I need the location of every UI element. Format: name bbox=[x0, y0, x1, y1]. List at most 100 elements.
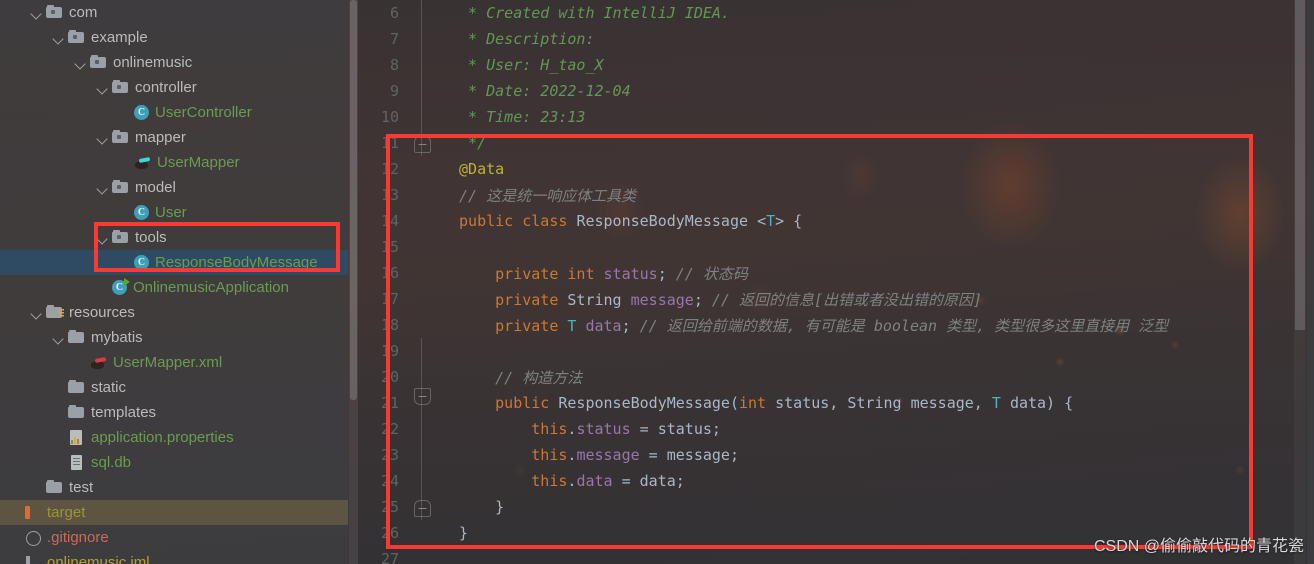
code-fold-marker[interactable] bbox=[410, 494, 432, 520]
code-line[interactable]: 18 private T data; // 返回给前端的数据, 有可能是 boo… bbox=[358, 312, 1314, 338]
chevron-down-icon[interactable] bbox=[52, 31, 65, 44]
code-line[interactable]: 12 @Data bbox=[358, 156, 1314, 182]
chevron-down-icon[interactable] bbox=[52, 331, 65, 344]
code-fold-marker[interactable] bbox=[410, 156, 432, 182]
tree-item-application-properties[interactable]: application.properties bbox=[0, 425, 348, 450]
tree-item-controller[interactable]: controller bbox=[0, 75, 348, 100]
code-fold-marker[interactable] bbox=[410, 260, 432, 286]
code-line[interactable]: 6 * Created with IntelliJ IDEA. bbox=[358, 0, 1314, 26]
code-editor[interactable]: 6 * Created with IntelliJ IDEA. 7 * Descr… bbox=[358, 0, 1314, 564]
tree-item-label: mybatis bbox=[91, 329, 143, 346]
tree-item-responsebodymessage[interactable]: C ResponseBodyMessage bbox=[0, 250, 348, 275]
code-fold-marker[interactable] bbox=[410, 546, 432, 564]
code-line[interactable]: 10 * Time: 23:13 bbox=[358, 104, 1314, 130]
tree-item-model[interactable]: model bbox=[0, 175, 348, 200]
code-line[interactable]: 20 // 构造方法 bbox=[358, 364, 1314, 390]
code-token: public bbox=[450, 394, 559, 412]
tree-item-onlinemusicapplication[interactable]: C OnlinemusicApplication bbox=[0, 275, 348, 300]
code-line[interactable]: 7 * Description: bbox=[358, 26, 1314, 52]
code-fold-marker[interactable] bbox=[410, 312, 432, 338]
code-fold-marker[interactable] bbox=[410, 286, 432, 312]
chevron-down-icon[interactable] bbox=[96, 131, 109, 144]
tree-item-templates[interactable]: templates bbox=[0, 400, 348, 425]
chevron-down-icon[interactable] bbox=[96, 231, 109, 244]
code-line[interactable]: 13 // 这是统一响应体工具类 bbox=[358, 182, 1314, 208]
editor-scrollbar-thumb[interactable] bbox=[1295, 0, 1305, 330]
folder-icon bbox=[46, 479, 63, 496]
code-token: < bbox=[757, 212, 767, 230]
code-fold-marker[interactable] bbox=[410, 338, 432, 364]
code-line[interactable]: 9 * Date: 2022-12-04 bbox=[358, 78, 1314, 104]
code-fold-marker[interactable] bbox=[410, 416, 432, 442]
tree-item--gitignore[interactable]: .gitignore bbox=[0, 525, 348, 550]
code-line[interactable]: 15 bbox=[358, 234, 1314, 260]
db-file-icon bbox=[68, 454, 85, 471]
code-fold-marker[interactable] bbox=[410, 182, 432, 208]
folder-icon bbox=[68, 29, 85, 46]
tree-item-com[interactable]: com bbox=[0, 0, 348, 25]
code-token: } bbox=[450, 498, 505, 516]
code-fold-marker[interactable] bbox=[410, 208, 432, 234]
code-line[interactable]: 25 } bbox=[358, 494, 1314, 520]
code-fold-marker[interactable] bbox=[410, 104, 432, 130]
tree-item-static[interactable]: static bbox=[0, 375, 348, 400]
chevron-down-icon[interactable] bbox=[96, 181, 109, 194]
folder-icon bbox=[112, 129, 129, 146]
sidebar-scrollbar[interactable] bbox=[349, 0, 358, 564]
code-fold-marker[interactable] bbox=[410, 388, 432, 416]
code-fold-marker[interactable] bbox=[410, 52, 432, 78]
code-fold-marker[interactable] bbox=[410, 78, 432, 104]
code-fold-marker[interactable] bbox=[410, 520, 432, 546]
tree-item-example[interactable]: example bbox=[0, 25, 348, 50]
tree-item-onlinemusic[interactable]: onlinemusic bbox=[0, 50, 348, 75]
code-line[interactable]: 17 private String message; // 返回的信息[出错或者… bbox=[358, 286, 1314, 312]
tree-item-tools[interactable]: tools bbox=[0, 225, 348, 250]
chevron-down-icon[interactable] bbox=[30, 306, 43, 319]
tree-item-sql-db[interactable]: sql.db bbox=[0, 450, 348, 475]
tree-item-resources[interactable]: resources bbox=[0, 300, 348, 325]
tree-item-usercontroller[interactable]: C UserController bbox=[0, 100, 348, 125]
mybatis-mapper-icon bbox=[134, 154, 151, 171]
code-line[interactable]: 22 this.status = status; bbox=[358, 416, 1314, 442]
chevron-down-icon[interactable] bbox=[96, 81, 109, 94]
code-text: */ bbox=[432, 134, 486, 152]
code-line[interactable]: 23 this.message = message; bbox=[358, 442, 1314, 468]
editor-scrollbar[interactable] bbox=[1294, 0, 1314, 564]
code-fold-marker[interactable] bbox=[410, 26, 432, 52]
code-line[interactable]: 8 * User: H_tao_X bbox=[358, 52, 1314, 78]
code-fold-marker[interactable] bbox=[410, 234, 432, 260]
code-fold-marker[interactable] bbox=[410, 130, 432, 156]
code-fold-marker[interactable] bbox=[410, 468, 432, 494]
sidebar-scrollbar-thumb[interactable] bbox=[350, 0, 357, 400]
tree-item-mybatis[interactable]: mybatis bbox=[0, 325, 348, 350]
line-number: 21 bbox=[380, 394, 399, 412]
code-line[interactable]: 11 */ bbox=[358, 130, 1314, 156]
line-number: 9 bbox=[389, 82, 399, 100]
chevron-down-icon[interactable] bbox=[30, 6, 43, 19]
tree-item-label: mapper bbox=[135, 129, 186, 146]
project-tree-panel[interactable]: com example onlinemusic controller C UserCont… bbox=[0, 0, 348, 564]
code-line[interactable]: 19 bbox=[358, 338, 1314, 364]
tree-item-usermapper[interactable]: UserMapper bbox=[0, 150, 348, 175]
tree-item-label: com bbox=[69, 4, 98, 21]
code-line[interactable]: 14 public class ResponseBodyMessage <T> … bbox=[358, 208, 1314, 234]
tree-item-target[interactable]: target bbox=[0, 500, 348, 525]
code-token: ResponseBodyMessage bbox=[576, 212, 758, 230]
code-fold-marker[interactable] bbox=[410, 0, 432, 26]
code-fold-marker[interactable] bbox=[410, 364, 432, 390]
code-token: // 构造方法 bbox=[450, 368, 583, 387]
tree-item-test[interactable]: test bbox=[0, 475, 348, 500]
tree-item-label: example bbox=[91, 29, 148, 46]
chevron-down-icon[interactable] bbox=[74, 56, 87, 69]
tree-item-user[interactable]: C User bbox=[0, 200, 348, 225]
line-number: 6 bbox=[389, 4, 399, 22]
code-line[interactable]: 16 private int status; // 状态码 bbox=[358, 260, 1314, 286]
tree-item-mapper[interactable]: mapper bbox=[0, 125, 348, 150]
code-line[interactable]: 21 public ResponseBodyMessage(int status… bbox=[358, 388, 1314, 416]
code-line[interactable]: 24 this.data = data; bbox=[358, 468, 1314, 494]
code-fold-marker[interactable] bbox=[410, 442, 432, 468]
tree-item-onlinemusic-iml[interactable]: onlinemusic.iml bbox=[0, 550, 348, 564]
tree-item-usermapper-xml[interactable]: UserMapper.xml bbox=[0, 350, 348, 375]
